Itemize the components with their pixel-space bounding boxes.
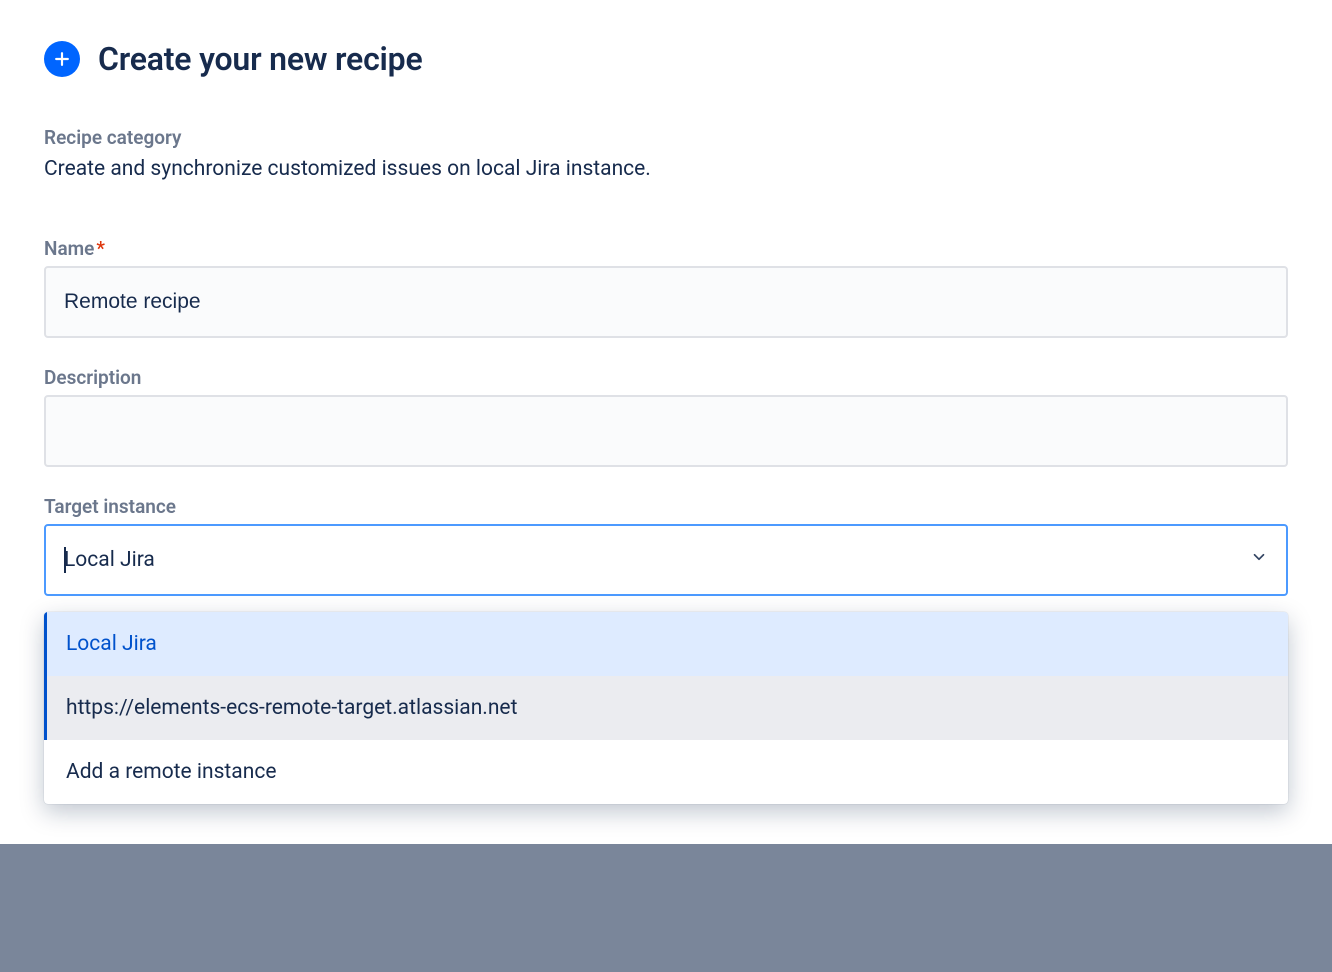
description-field-section: Description	[44, 366, 1288, 467]
recipe-category-section: Recipe category Create and synchronize c…	[44, 126, 1288, 181]
recipe-category-description: Create and synchronize customized issues…	[44, 157, 1288, 181]
name-field-section: Name*	[44, 237, 1288, 338]
target-instance-label: Target instance	[44, 495, 1288, 518]
target-instance-select[interactable]: Local Jira	[44, 524, 1288, 596]
name-label: Name*	[44, 237, 1288, 260]
chevron-down-icon	[1250, 548, 1268, 572]
target-instance-dropdown: Local Jira https://elements-ecs-remote-t…	[44, 612, 1288, 804]
text-cursor	[64, 547, 66, 573]
footer-band	[0, 844, 1332, 972]
recipe-category-label: Recipe category	[44, 126, 1288, 149]
dropdown-option-add-remote[interactable]: Add a remote instance	[44, 740, 1288, 804]
page-header: Create your new recipe	[44, 40, 1288, 78]
required-indicator: *	[96, 237, 105, 260]
description-label: Description	[44, 366, 1288, 389]
dropdown-option-local-jira[interactable]: Local Jira	[44, 612, 1288, 676]
target-instance-section: Target instance Local Jira Local Jira	[44, 495, 1288, 596]
page-title: Create your new recipe	[98, 40, 423, 78]
target-instance-value: Local Jira	[64, 548, 155, 572]
dropdown-option-remote-url[interactable]: https://elements-ecs-remote-target.atlas…	[44, 676, 1288, 740]
name-input[interactable]	[44, 266, 1288, 338]
description-input[interactable]	[44, 395, 1288, 467]
plus-icon	[44, 41, 80, 77]
